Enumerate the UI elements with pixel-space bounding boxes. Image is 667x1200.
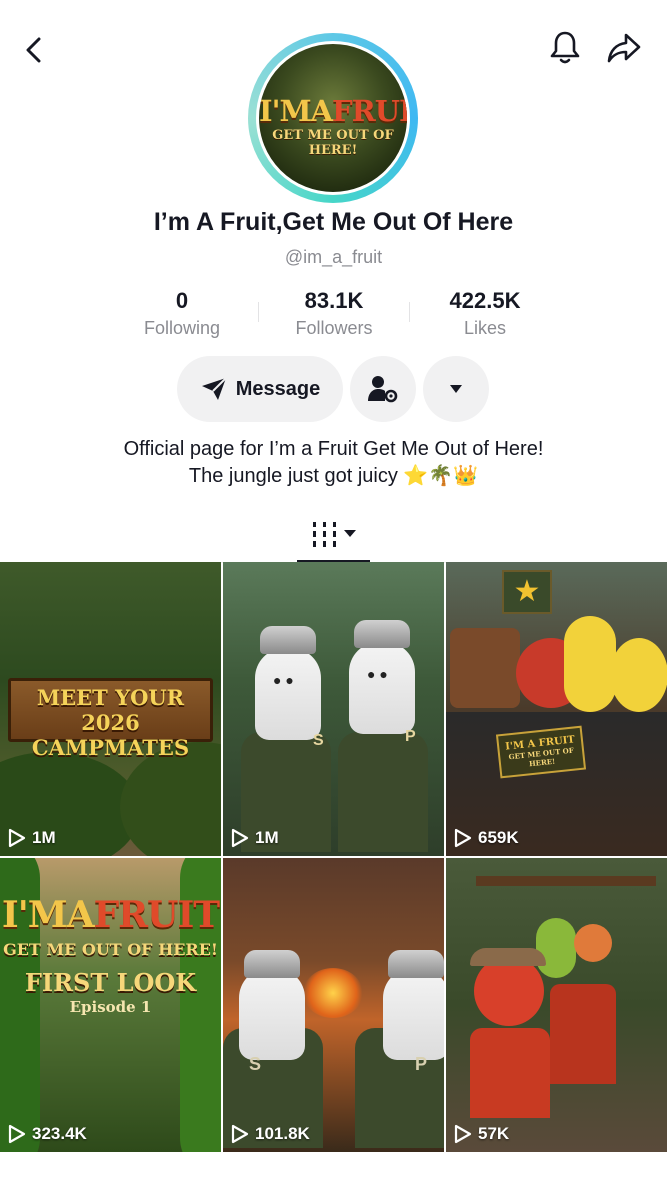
tab-videos-grid[interactable]	[297, 508, 370, 562]
chevron-left-icon	[26, 37, 41, 63]
video-thumbnail[interactable]: ● ● ● ● S P 1M	[223, 562, 444, 856]
view-count: 659K	[454, 828, 519, 848]
add-friend-button[interactable]	[350, 356, 416, 422]
back-button[interactable]	[14, 30, 54, 70]
character-head	[474, 956, 544, 1026]
avatar[interactable]: I'MAFRUIT GET ME OUT OF HERE!	[256, 41, 410, 195]
thumbnail-subtitle: GET ME OUT OF HERE!	[3, 940, 218, 959]
stat-label: Followers	[295, 318, 373, 338]
pepper-shaker	[383, 968, 444, 1060]
thumbnail-episode: Episode 1	[69, 998, 152, 1016]
star-flag: ★	[502, 570, 552, 614]
wooden-arch	[476, 876, 656, 886]
play-icon	[231, 1124, 249, 1144]
video-thumbnail[interactable]: MEET YOUR 2026 CAMPMATES 1M	[0, 562, 221, 856]
jacket-letter: P	[415, 1054, 428, 1074]
shaker-cap	[354, 620, 410, 648]
character-head	[574, 924, 612, 962]
play-icon	[231, 828, 249, 848]
hat	[470, 948, 546, 966]
play-icon	[454, 1124, 472, 1144]
campfire	[303, 968, 363, 1018]
salt-shaker	[255, 648, 321, 740]
profile-stats: 0 Following 83.1K Followers 422.5K Likes	[107, 288, 561, 348]
shaker-cap	[260, 626, 316, 654]
title-banner: MEET YOUR 2026 CAMPMATES	[8, 678, 213, 760]
stat-likes[interactable]: 422.5K Likes	[410, 288, 560, 339]
stat-following[interactable]: 0 Following	[107, 288, 257, 339]
shaker-cap	[244, 950, 300, 978]
view-count: 323.4K	[8, 1124, 87, 1144]
character-body	[338, 732, 428, 852]
view-count: 1M	[8, 828, 56, 848]
notifications-button[interactable]	[545, 28, 585, 68]
profile-actions: Message	[0, 356, 667, 422]
view-count: 101.8K	[231, 1124, 310, 1144]
character-body	[550, 984, 616, 1084]
share-button[interactable]	[604, 28, 644, 68]
profile-bio: Official page for I’m a Fruit Get Me Out…	[0, 436, 667, 490]
stat-value: 0	[175, 288, 189, 313]
bio-line: The jungle just got juicy ⭐🌴👑	[188, 465, 479, 487]
character-head	[564, 616, 616, 712]
pepper-shaker	[349, 642, 415, 734]
bio-line: Official page for I’m a Fruit Get Me Out…	[123, 438, 544, 460]
video-thumbnail[interactable]: I'MAFRUIT GET ME OUT OF HERE! FIRST LOOK…	[0, 858, 221, 1152]
character-head	[536, 918, 576, 978]
face: ● ●	[273, 672, 294, 688]
stat-followers[interactable]: 83.1K Followers	[259, 288, 409, 339]
bell-icon	[550, 31, 580, 64]
view-count: 1M	[231, 828, 279, 848]
content-tab-bar	[0, 508, 667, 563]
stat-value: 83.1K	[304, 288, 364, 313]
play-icon	[8, 1124, 26, 1144]
message-button[interactable]: Message	[177, 356, 343, 422]
profile-handle: @im_a_fruit	[284, 247, 383, 267]
stat-label: Likes	[463, 318, 507, 338]
stat-label: Following	[143, 318, 221, 338]
character-head	[450, 628, 520, 708]
thumbnail-logo: I'MAFRUIT	[1, 894, 220, 936]
video-grid: MEET YOUR 2026 CAMPMATES 1M ● ● ● ● S P …	[0, 562, 667, 1152]
avatar-logo-title: I'MAFRUIT	[259, 94, 407, 128]
jacket-letter: P	[405, 728, 416, 745]
character-head	[610, 638, 667, 712]
stat-value: 422.5K	[449, 288, 521, 313]
thumbnail-title: FIRST LOOK	[24, 968, 197, 997]
character-body	[470, 1028, 550, 1118]
profile-name: I’m A Fruit,Get Me Out Of Here	[153, 208, 514, 236]
more-options-button[interactable]	[423, 356, 489, 422]
send-icon	[201, 377, 227, 400]
caret-down-icon	[450, 385, 462, 393]
jacket-letter: S	[249, 1054, 262, 1074]
video-thumbnail[interactable]: ★ I'M A FRUIT GET ME OUT OF HERE! 659K	[446, 562, 667, 856]
video-thumbnail[interactable]: 57K	[446, 858, 667, 1152]
salt-shaker	[239, 968, 305, 1060]
avatar-logo-subtitle: GET ME OUT OF HERE!	[272, 128, 394, 158]
shaker-cap	[388, 950, 444, 978]
video-thumbnail[interactable]: S P 101.8K	[223, 858, 444, 1152]
share-arrow-icon	[607, 33, 641, 63]
grid-bars-icon	[312, 522, 356, 547]
face: ● ●	[367, 666, 388, 682]
jacket-letter: S	[313, 732, 324, 749]
view-count: 57K	[454, 1124, 509, 1144]
person-settings-icon	[368, 376, 398, 403]
thumbnail-title: MEET YOUR 2026 CAMPMATES	[31, 685, 190, 760]
play-icon	[454, 828, 472, 848]
message-button-label: Message	[235, 377, 321, 400]
held-sign: I'M A FRUIT GET ME OUT OF HERE!	[495, 725, 587, 779]
play-icon	[8, 828, 26, 848]
avatar-ring: I'MAFRUIT GET ME OUT OF HERE!	[248, 33, 418, 203]
